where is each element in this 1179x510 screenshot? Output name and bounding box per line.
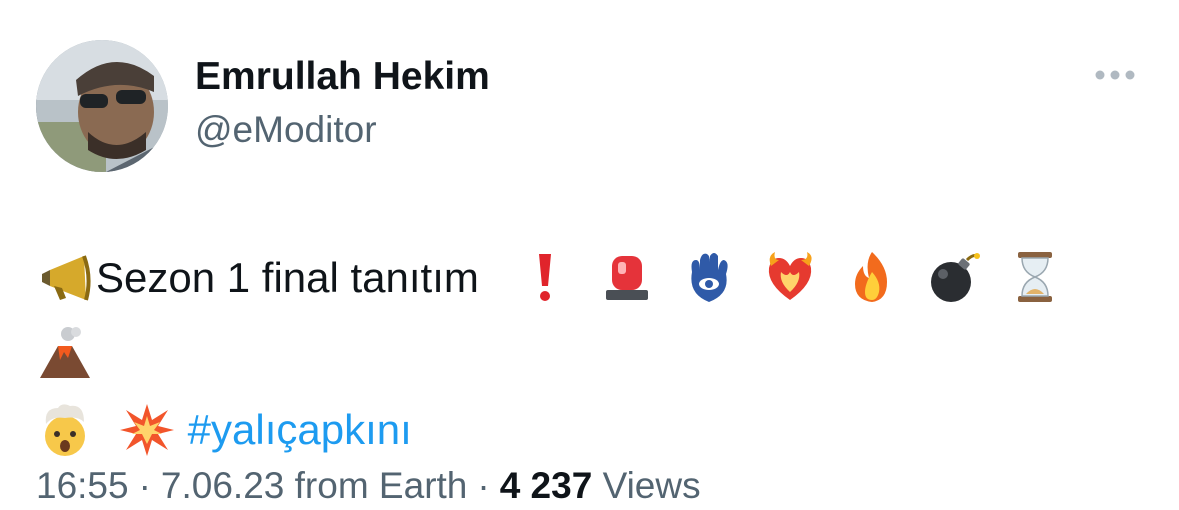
meta-separator: · <box>477 465 490 506</box>
author-handle[interactable]: @eModitor <box>195 106 377 154</box>
exclamation-emoji <box>516 248 574 306</box>
rotating-light-emoji <box>598 248 656 306</box>
volcano-emoji <box>36 324 94 382</box>
avatar[interactable] <box>36 40 168 172</box>
hamsa-emoji <box>680 248 738 306</box>
hashtag-link[interactable]: #yalıçapkını <box>188 406 412 453</box>
tweet: Emrullah Hekim @eModitor Sezon 1 final t… <box>0 0 1179 508</box>
tweet-meta: 16:55 · 7.06.23 from Earth · 4 237 Views <box>36 462 701 510</box>
exploding-head-emoji <box>36 400 94 458</box>
tweet-text: Sezon 1 final tanıtım #yalıçapkını <box>36 240 1146 468</box>
views-label[interactable]: Views <box>603 465 701 506</box>
heart-on-fire-emoji <box>761 248 819 306</box>
tweet-time[interactable]: 16:55 <box>36 465 129 506</box>
collision-emoji <box>118 400 176 458</box>
tweet-source: from Earth <box>294 465 468 506</box>
hourglass-emoji <box>1006 248 1064 306</box>
tweet-body-text: Sezon 1 final tanıtım <box>96 254 479 301</box>
more-horizontal-icon[interactable] <box>1092 62 1138 88</box>
fire-emoji <box>843 248 901 306</box>
bomb-emoji <box>925 248 983 306</box>
meta-separator: · <box>138 465 151 506</box>
megaphone-emoji <box>36 248 94 306</box>
tweet-date[interactable]: 7.06.23 <box>161 465 284 506</box>
views-count[interactable]: 4 237 <box>500 465 593 506</box>
author-display-name[interactable]: Emrullah Hekim <box>195 52 490 102</box>
